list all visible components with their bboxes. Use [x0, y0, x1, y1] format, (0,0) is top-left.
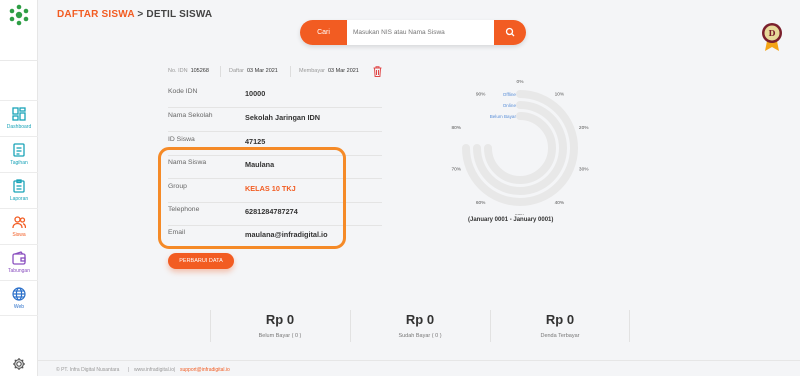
field-value: Sekolah Jaringan IDN	[245, 113, 321, 122]
report-icon	[13, 179, 25, 193]
chart-tick-label: 20%	[579, 125, 589, 131]
chart-series-label: Online	[503, 103, 517, 108]
chart-tick-label: 50%	[515, 213, 525, 215]
highlight-frame	[158, 147, 346, 249]
search-icon	[505, 27, 515, 37]
chart-series-label: Belum Bayar	[490, 114, 517, 119]
chart-tick-label: 80%	[451, 125, 461, 131]
meta-daftar: Daftar 03 Mar 2021	[229, 68, 278, 74]
sidebar-item-tagihan[interactable]: Tagihan	[0, 136, 38, 172]
summary-denda: Rp 0 Denda Terbayar	[490, 310, 630, 340]
summary-amount: Rp 0	[545, 312, 575, 327]
sidebar-item-dashboard[interactable]: Dashboard	[0, 100, 38, 136]
chart-period: (January 0001 - January 0001)	[468, 217, 554, 223]
summary-caption: Sudah Bayar ( 0 )	[398, 333, 442, 339]
footer-separator: |	[174, 367, 176, 373]
meta-value: 03 Mar 2021	[327, 68, 359, 74]
trash-icon[interactable]	[373, 66, 382, 77]
search-button[interactable]	[494, 20, 526, 45]
footer-email-link[interactable]: support@infradigital.io	[180, 367, 230, 373]
chart-tick-label: 90%	[476, 92, 486, 98]
chart-tick-label: 60%	[476, 200, 486, 206]
sidebar-item-web[interactable]: Web	[0, 280, 38, 316]
field-kode-idn: Kode IDN 10000	[168, 84, 382, 108]
breadcrumb-separator: >	[137, 9, 144, 20]
summary-amount: Rp 0	[265, 312, 295, 327]
search-bar: Cari	[300, 20, 526, 45]
meta-label: No. IDN	[168, 68, 188, 74]
chart-series-label: Offline	[503, 92, 517, 97]
footer-separator: |	[128, 367, 130, 373]
field-label: Kode IDN	[168, 88, 198, 95]
footer-site-link[interactable]: www.infradigital.io	[134, 367, 174, 373]
dashboard-icon	[12, 107, 26, 121]
field-label: Nama Sekolah	[168, 112, 213, 119]
summary-caption: Belum Bayar ( 0 )	[258, 333, 302, 339]
chart-track-offline	[462, 90, 578, 206]
search-label: Cari	[300, 20, 347, 45]
sidebar-item-laporan[interactable]: Laporan	[0, 172, 38, 208]
meta-label: Daftar	[229, 68, 244, 74]
footer: © PT. Infra Digital Nusantara | www.infr…	[38, 360, 800, 376]
field-value: 47125	[245, 137, 266, 146]
meta-value: 03 Mar 2021	[246, 68, 278, 74]
chart-tick-label: 30%	[579, 167, 589, 173]
chart-tick-label: 40%	[555, 200, 565, 206]
chart-track-belum-bayar	[484, 112, 556, 184]
field-value: 10000	[245, 89, 266, 98]
meta-no-idn: No. IDN 105268	[168, 68, 209, 74]
sidebar-item-label: Tabungan	[8, 268, 30, 274]
summary-belum-bayar: Rp 0 Belum Bayar ( 0 )	[210, 310, 350, 340]
breadcrumb: DAFTAR SISWA > DETIL SISWA	[57, 9, 212, 20]
users-icon	[12, 216, 26, 229]
sidebar-item-label: Web	[13, 304, 25, 310]
gear-icon[interactable]	[12, 357, 26, 371]
meta-membayar: Membayar 03 Mar 2021	[299, 68, 359, 74]
breadcrumb-current: DETIL SISWA	[146, 9, 213, 20]
meta-value: 105268	[190, 68, 209, 74]
sidebar-item-label: Laporan	[9, 196, 29, 202]
sidebar-divider	[0, 60, 38, 61]
sidebar: Dashboard Tagihan Laporan Siswa Tabungan…	[0, 0, 38, 376]
medal-badge-icon[interactable]: D	[760, 22, 784, 52]
svg-text:D: D	[769, 28, 776, 38]
globe-icon	[12, 287, 26, 301]
sidebar-item-label: Dashboard	[6, 124, 32, 130]
logo-icon[interactable]	[9, 4, 29, 26]
sidebar-item-siswa[interactable]: Siswa	[0, 208, 38, 244]
field-label: ID Siswa	[168, 136, 195, 143]
meta-label: Membayar	[299, 68, 325, 74]
search-input[interactable]	[353, 26, 488, 39]
wallet-icon	[12, 251, 26, 265]
summary-divider	[629, 310, 630, 342]
sidebar-item-tabungan[interactable]: Tabungan	[0, 244, 38, 280]
summary-panel: Rp 0 Belum Bayar ( 0 ) Rp 0 Sudah Bayar …	[210, 310, 630, 342]
meta-divider	[220, 66, 221, 77]
chart-tick-label: 10%	[555, 92, 565, 98]
sidebar-item-label: Tagihan	[10, 160, 28, 166]
radial-chart: Offline Online Belum Bayar 0% 10% 20% 30% 40% 50…	[451, 79, 589, 215]
summary-caption: Denda Terbayar	[540, 333, 580, 339]
sidebar-item-label: Siswa	[12, 232, 26, 238]
invoice-icon	[13, 143, 25, 157]
update-data-button[interactable]: PERBARUI DATA	[168, 253, 234, 269]
meta-divider	[290, 66, 291, 77]
footer-copyright: © PT. Infra Digital Nusantara	[56, 367, 120, 373]
breadcrumb-link[interactable]: DAFTAR SISWA	[57, 9, 134, 20]
summary-amount: Rp 0	[405, 312, 435, 327]
field-nama-sekolah: Nama Sekolah Sekolah Jaringan IDN	[168, 108, 382, 132]
chart-tick-label: 0%	[517, 79, 525, 85]
summary-sudah-bayar: Rp 0 Sudah Bayar ( 0 )	[350, 310, 490, 340]
chart-tick-label: 70%	[451, 167, 461, 173]
